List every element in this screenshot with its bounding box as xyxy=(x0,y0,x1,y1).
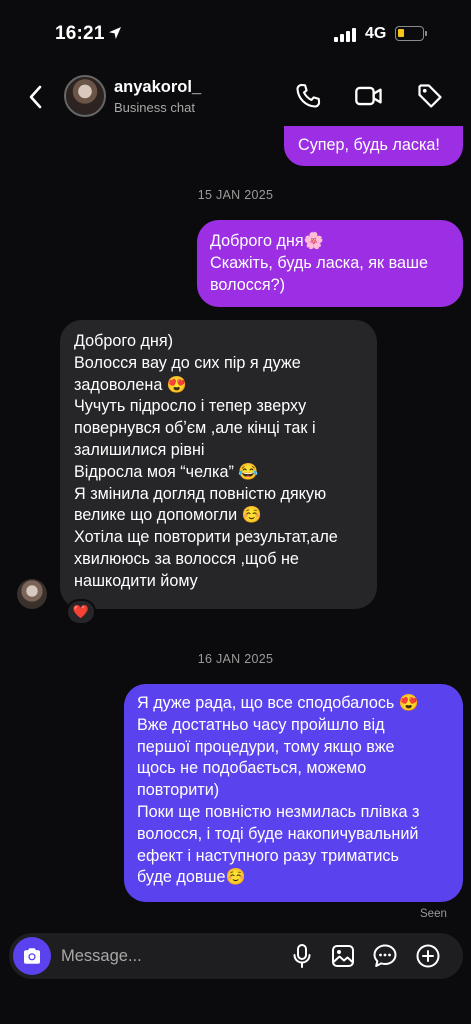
video-icon[interactable] xyxy=(354,82,384,110)
message-line: повторити) xyxy=(137,781,220,800)
message-input[interactable] xyxy=(61,933,281,979)
message-line: буде довше☺️ xyxy=(137,868,246,887)
message-line: Волосся вау до сих пір я дуже xyxy=(74,353,301,372)
message-line: залишилися рівні xyxy=(74,440,205,459)
message-line: першої процедури, тому якщо вже xyxy=(137,737,395,756)
message-line: Хотіла ще повторити результат,але xyxy=(74,528,338,547)
message-line: Скажіть, будь ласка, як ваше xyxy=(210,253,428,272)
message-line: Поки ще повністю незмилась плівка з xyxy=(137,802,420,821)
chat-username[interactable]: anyakorol_ xyxy=(114,78,201,97)
message-bubble-incoming[interactable]: Доброго дня) Волосся вау до сих пір я ду… xyxy=(60,320,377,609)
date-separator: 15 JAN 2025 xyxy=(197,188,274,202)
message-bubble-outgoing[interactable]: Я дуже рада, що все сподобалось 😍 Вже до… xyxy=(124,684,463,902)
home-indicator-area xyxy=(0,985,471,1024)
status-bar: 16:21 4G xyxy=(0,0,471,68)
heart-reaction[interactable]: ❤️ xyxy=(66,599,96,625)
battery-nub xyxy=(425,31,427,36)
message-line: Чучуть підросло і тепер зверху xyxy=(74,397,307,416)
message-line: Відросла моя “челка” 😂 xyxy=(74,462,259,481)
status-time: 16:21 xyxy=(55,23,105,44)
date-separator: 16 JAN 2025 xyxy=(197,652,274,666)
message-line: волосся, і тоді буде накопичувальний xyxy=(137,824,419,843)
sender-avatar[interactable] xyxy=(17,579,47,609)
battery-icon xyxy=(395,26,424,41)
message-line: ефект і наступного разу триматись xyxy=(137,846,399,865)
tag-icon[interactable] xyxy=(416,82,444,110)
message-line: Доброго дня🌸 xyxy=(210,232,324,250)
message-line: повернувся обʼєм ,але кінці так і xyxy=(74,419,316,438)
seen-indicator: Seen xyxy=(420,908,447,920)
message-bubble-outgoing[interactable]: Доброго дня🌸 Скажіть, будь ласка, як ваш… xyxy=(197,220,463,307)
message-line: Супер, будь ласка! xyxy=(298,136,440,154)
network-type: 4G xyxy=(365,25,387,42)
camera-button[interactable] xyxy=(13,937,51,975)
sticker-icon[interactable] xyxy=(372,943,398,969)
camera-icon xyxy=(24,948,40,964)
message-line: велике що допомогли ☺️ xyxy=(74,506,262,525)
back-chevron-icon[interactable] xyxy=(28,84,44,110)
message-line: Доброго дня) xyxy=(74,332,174,350)
chat-header: anyakorol_ Business chat xyxy=(0,68,471,128)
cellular-signal-icon xyxy=(334,28,358,42)
message-line: хвилююсь за волосся ,щоб не xyxy=(74,549,299,568)
message-line: волосся?) xyxy=(210,275,286,294)
add-icon[interactable] xyxy=(415,943,441,969)
avatar[interactable] xyxy=(64,75,106,117)
message-line: задоволена 😍 xyxy=(74,375,187,394)
message-line: Я дуже рада, що все сподобалось 😍 xyxy=(137,694,420,712)
chat-subtitle: Business chat xyxy=(114,100,195,115)
gallery-icon[interactable] xyxy=(330,943,356,969)
message-bubble-outgoing[interactable]: Супер, будь ласка! xyxy=(284,126,463,166)
phone-icon[interactable] xyxy=(294,82,322,110)
message-line: нашкодити йому xyxy=(74,571,198,590)
message-composer xyxy=(9,933,463,979)
message-line: Вже достатньо часу пройшло від xyxy=(137,715,385,734)
message-line: щось не подобається, можемо xyxy=(137,759,367,778)
message-line: Я змінила догляд повністю дякую xyxy=(74,484,327,503)
location-arrow-icon xyxy=(109,27,121,39)
microphone-icon[interactable] xyxy=(291,943,313,969)
